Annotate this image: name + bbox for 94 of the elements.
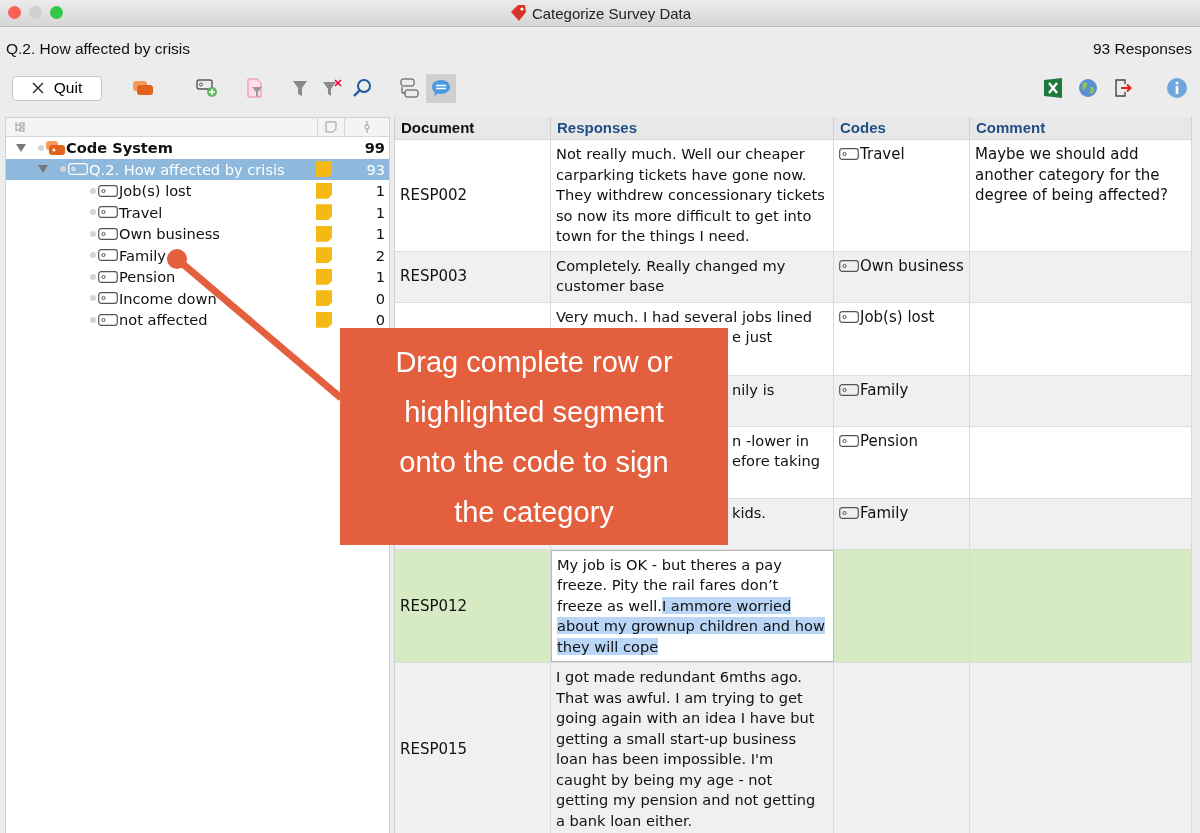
table-cell: RESP015 bbox=[400, 738, 468, 760]
status-dot-icon bbox=[90, 187, 96, 194]
code-label: Job(s) lost bbox=[860, 306, 935, 327]
code-label: Family bbox=[860, 502, 909, 523]
responses-count: 93 Responses bbox=[1092, 40, 1192, 58]
speech-bubble-icon bbox=[431, 79, 451, 97]
status-dot-icon bbox=[60, 166, 66, 173]
status-dot-icon bbox=[38, 144, 44, 151]
memo-icon[interactable] bbox=[316, 311, 332, 328]
memo-icon[interactable] bbox=[316, 247, 332, 264]
code-icon bbox=[98, 270, 118, 283]
code-icon bbox=[839, 310, 859, 323]
tree-item[interactable]: Job(s) lost 1 bbox=[6, 180, 389, 202]
response-text: nily is bbox=[732, 379, 775, 400]
count-column-icon[interactable] bbox=[363, 121, 371, 133]
response-text: Completely. Really changed my customer base bbox=[556, 255, 787, 296]
filter-icon[interactable] bbox=[292, 79, 308, 97]
table-cell: RESP002 bbox=[400, 185, 468, 206]
response-text: n -lower in bbox=[732, 430, 809, 451]
code-icon bbox=[98, 227, 118, 240]
codes-icon[interactable] bbox=[400, 77, 420, 99]
table-cell: RESP003 bbox=[400, 266, 468, 287]
new-code-icon[interactable] bbox=[196, 78, 218, 98]
spreadsheet-export-icon[interactable] bbox=[1044, 78, 1062, 98]
response-text: Not really much. Well our cheaper carparking tickets have gone now. They withdrew concessionary tickets so now its more difficult to get into town for the things I need. bbox=[556, 144, 826, 246]
code-icon bbox=[98, 292, 118, 305]
code-icon bbox=[839, 434, 859, 447]
code-icon bbox=[68, 163, 88, 176]
response-text: Very much. I had several jobs lined bbox=[556, 306, 814, 327]
table-cell: RESP012 bbox=[400, 595, 468, 616]
memo-icon[interactable] bbox=[316, 268, 332, 285]
comment-text: Maybe we should add another category for the degree of being affected? bbox=[975, 144, 1169, 206]
tree-item[interactable]: not affected 0 bbox=[6, 309, 389, 331]
code-icon bbox=[98, 249, 118, 262]
memo-icon[interactable] bbox=[316, 182, 332, 199]
table-row[interactable]: RESP012 My job is OK - but theres a pay freeze. Pity the rail fares don’t freeze as well.I ammore worried about my grownup children and how they will cope bbox=[395, 549, 1192, 663]
code-icon bbox=[98, 206, 118, 219]
code-icon bbox=[839, 383, 859, 396]
column-header[interactable]: Codes bbox=[834, 117, 970, 139]
tree-item[interactable]: Own business 1 bbox=[6, 223, 389, 245]
close-icon bbox=[31, 82, 44, 94]
column-header[interactable]: Comment bbox=[970, 117, 1192, 139]
search-icon[interactable] bbox=[352, 78, 372, 98]
code-label: Own business bbox=[860, 255, 964, 276]
exit-icon[interactable] bbox=[1114, 78, 1134, 98]
response-text: e just bbox=[732, 327, 773, 347]
status-dot-icon bbox=[90, 295, 96, 302]
quit-button[interactable]: Quit bbox=[12, 75, 102, 101]
status-dot-icon bbox=[90, 273, 96, 280]
code-icon bbox=[98, 184, 118, 197]
response-text: I got made redundant 6mths ago. That was awful. I am trying to get going again with an idea I have but getting a small start-up business loan has been impossible. I'm caught by being my age - not getting my pension and not getting a bank loan either. bbox=[556, 667, 817, 831]
tree-item[interactable]: Code System 99 bbox=[6, 137, 389, 159]
code-icon bbox=[839, 506, 859, 519]
clear-filter-icon[interactable] bbox=[322, 79, 342, 97]
code-icon bbox=[98, 313, 118, 326]
zoom-button[interactable] bbox=[50, 6, 63, 19]
status-dot-icon bbox=[90, 209, 96, 216]
table-row[interactable] bbox=[395, 140, 1192, 252]
response-text: kids. bbox=[732, 502, 766, 523]
minimize-button[interactable] bbox=[29, 6, 42, 19]
tree-item[interactable]: Pension 1 bbox=[6, 266, 389, 288]
status-dot-icon bbox=[90, 230, 96, 237]
code-icon bbox=[839, 148, 859, 161]
status-dot-icon bbox=[90, 252, 96, 259]
code-label: Travel bbox=[860, 144, 905, 165]
expand-arrow-icon[interactable] bbox=[16, 143, 26, 152]
code-icon bbox=[839, 259, 859, 272]
memo-icon[interactable] bbox=[316, 225, 332, 242]
table-row[interactable] bbox=[395, 663, 1192, 833]
code-label: Pension bbox=[860, 430, 918, 451]
table-row[interactable]: RESP003 Completely. Really changed my customer base Own business bbox=[395, 251, 1192, 303]
globe-icon[interactable] bbox=[1078, 78, 1098, 98]
column-header[interactable]: Document bbox=[395, 117, 551, 139]
memo-column-icon[interactable] bbox=[325, 121, 337, 133]
memo-icon[interactable] bbox=[316, 204, 332, 221]
code-label: Family bbox=[860, 379, 909, 400]
column-header[interactable]: Responses bbox=[551, 117, 834, 139]
comment-toggle[interactable] bbox=[426, 73, 456, 103]
code-system-icon bbox=[46, 140, 66, 155]
document-filter-icon[interactable] bbox=[246, 78, 264, 98]
hierarchy-icon[interactable] bbox=[14, 121, 26, 133]
memo-icon[interactable] bbox=[316, 290, 332, 307]
expand-arrow-icon[interactable] bbox=[38, 165, 48, 174]
tag-icon bbox=[508, 4, 527, 22]
tree-item[interactable]: Income down 0 bbox=[6, 287, 389, 309]
response-text: efore taking bbox=[732, 451, 821, 471]
window-title: Categorize Survey Data bbox=[531, 4, 692, 22]
question-title: Q.2. How affected by crisis bbox=[6, 40, 191, 58]
code-system-icon[interactable] bbox=[132, 80, 154, 96]
close-button[interactable] bbox=[8, 6, 21, 19]
tree-item[interactable]: Travel 1 bbox=[6, 201, 389, 223]
instruction-tooltip: Drag complete row or highlighted segment onto the code to sign the category bbox=[340, 328, 728, 545]
info-icon[interactable] bbox=[1166, 77, 1188, 99]
status-dot-icon bbox=[90, 316, 96, 323]
